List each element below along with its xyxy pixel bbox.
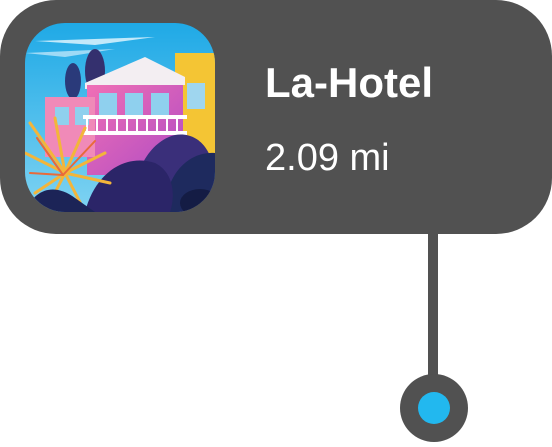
location-pin[interactable] xyxy=(400,374,468,442)
distance-label: 2.09 mi xyxy=(265,137,390,179)
hotel-illustration-icon xyxy=(25,23,215,212)
pin-connector-line xyxy=(428,232,438,382)
location-dot-icon xyxy=(418,392,450,424)
map-location-callout[interactable]: La-Hotel 2.09 mi xyxy=(0,0,552,447)
place-name: La-Hotel xyxy=(265,59,433,106)
place-card[interactable]: La-Hotel 2.09 mi xyxy=(0,0,552,234)
